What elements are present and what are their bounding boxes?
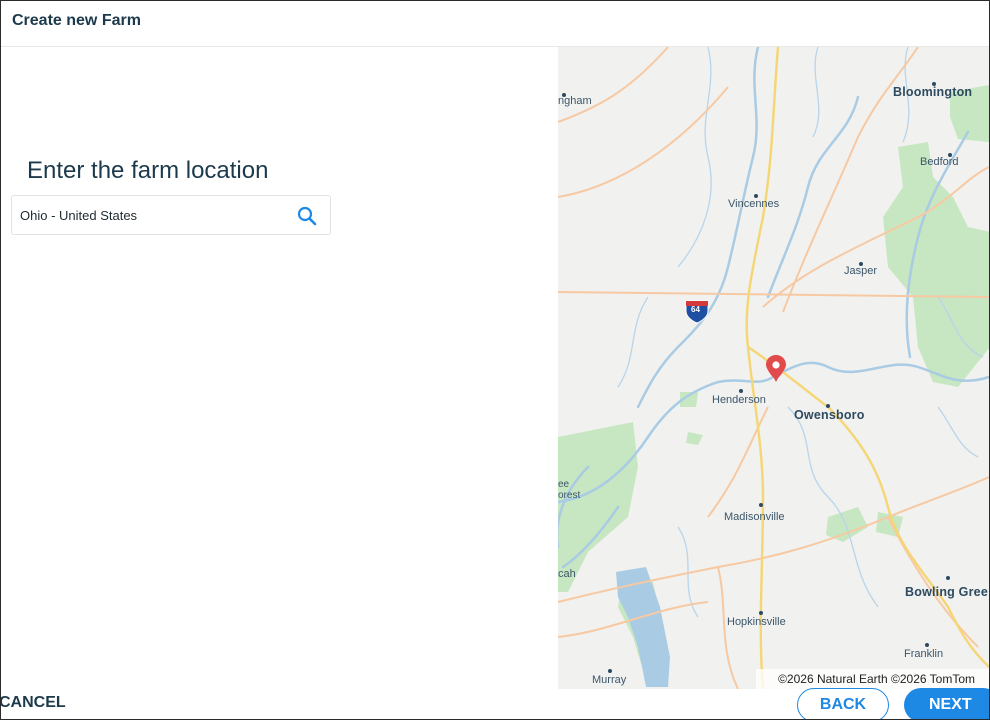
dialog-title: Create new Farm: [12, 12, 141, 29]
map-city-label: Jasper: [844, 265, 878, 277]
map-city-label: Hopkinsville: [727, 616, 786, 628]
search-icon[interactable]: [296, 205, 318, 227]
location-search-box: [11, 195, 331, 235]
map-city-label: Henderson: [712, 394, 766, 406]
map-city-label: cah: [558, 568, 576, 580]
map-city-label: Owensboro: [794, 408, 865, 422]
map-city-label: Madisonville: [724, 511, 785, 523]
map-city-label: orest: [558, 490, 581, 501]
dialog-header: Create new Farm: [1, 1, 989, 47]
map-lake: [616, 567, 670, 687]
map-attribution: ©2026 Natural Earth ©2026 TomTom: [756, 669, 989, 689]
interstate-shield-number: 64: [691, 305, 700, 314]
back-button[interactable]: BACK: [797, 688, 889, 719]
map-city-label: Murray: [592, 674, 627, 686]
map-city-label: Bedford: [920, 156, 959, 168]
map-city-label: ngham: [558, 95, 592, 107]
map-city-label: Bloomington: [893, 85, 973, 99]
map-city-label: ee: [558, 479, 570, 490]
location-map[interactable]: ngham Bloomington Bedford Vincennes Jasp…: [558, 47, 989, 689]
create-farm-dialog: Create new Farm Enter the farm location: [0, 0, 990, 720]
next-button[interactable]: NEXT: [904, 688, 989, 719]
cancel-button[interactable]: CANCEL: [1, 694, 66, 712]
map-city-label: Vincennes: [728, 198, 780, 210]
location-search-input[interactable]: [12, 196, 290, 234]
location-heading: Enter the farm location: [27, 157, 269, 184]
map-city-label: Franklin: [904, 648, 944, 660]
map-city-label: Bowling Gree: [905, 585, 988, 599]
